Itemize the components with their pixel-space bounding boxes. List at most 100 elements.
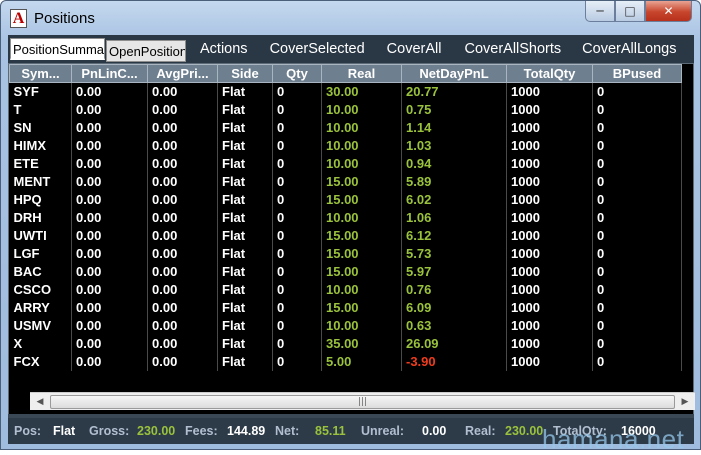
col-header-symbol[interactable]: Sym...	[9, 64, 72, 83]
table-row[interactable]: CSCO 0.00 0.00 Flat 0 10.00 0.76 1000 0	[9, 280, 682, 299]
separator	[8, 414, 694, 418]
cell-net-day-pnl: 0.76	[401, 280, 507, 299]
cell-pnl-in-c: 0.00	[71, 100, 148, 119]
status-net-label: Net:	[275, 424, 300, 438]
cell-side: Flat	[217, 226, 273, 245]
cell-total-qty: 1000	[506, 100, 593, 119]
cell-bp-used: 0	[592, 316, 682, 335]
cell-bp-used: 0	[592, 226, 682, 245]
cell-total-qty: 1000	[506, 118, 593, 137]
cell-real: 30.00	[321, 82, 402, 101]
cell-real: 15.00	[321, 262, 402, 281]
cell-net-day-pnl: 0.63	[401, 316, 507, 335]
minimize-button[interactable]: ─	[585, 1, 615, 22]
table-row[interactable]: HPQ 0.00 0.00 Flat 0 15.00 6.02 1000 0	[9, 190, 682, 209]
cell-net-day-pnl: 20.77	[401, 82, 507, 101]
table-row[interactable]: BAC 0.00 0.00 Flat 0 15.00 5.97 1000 0	[9, 262, 682, 281]
cell-net-day-pnl: 0.75	[401, 100, 507, 119]
table-row[interactable]: DRH 0.00 0.00 Flat 0 10.00 1.06 1000 0	[9, 208, 682, 227]
menu-cover-selected[interactable]: CoverSelected	[270, 41, 365, 57]
cell-pnl-in-c: 0.00	[71, 226, 148, 245]
status-gross-label: Gross:	[89, 424, 130, 438]
col-header-net-day-pnl[interactable]: NetDayPnL	[401, 64, 507, 83]
col-header-avg-price[interactable]: AvgPri...	[147, 64, 218, 83]
cell-total-qty: 1000	[506, 208, 593, 227]
cell-symbol: X	[9, 334, 72, 353]
horizontal-scrollbar[interactable]: ◀ ||| ▶	[30, 392, 695, 410]
tab-position-summary[interactable]: PositionSummary	[10, 38, 105, 60]
scroll-left-icon[interactable]: ◀	[32, 395, 48, 409]
tab-open-positions[interactable]: OpenPositions	[106, 40, 186, 62]
cell-total-qty: 1000	[506, 334, 593, 353]
cell-pnl-in-c: 0.00	[71, 244, 148, 263]
cell-symbol: SYF	[9, 82, 72, 101]
col-header-real[interactable]: Real	[321, 64, 402, 83]
cell-net-day-pnl: 1.06	[401, 208, 507, 227]
table-row[interactable]: T 0.00 0.00 Flat 0 10.00 0.75 1000 0	[9, 100, 682, 119]
scrollbar-thumb[interactable]: |||	[50, 395, 675, 409]
cell-bp-used: 0	[592, 136, 682, 155]
cell-total-qty: 1000	[506, 82, 593, 101]
cell-avg-price: 0.00	[147, 154, 218, 173]
table-row[interactable]: LGF 0.00 0.00 Flat 0 15.00 5.73 1000 0	[9, 244, 682, 263]
menu-cover-all-longs[interactable]: CoverAllLongs	[582, 41, 676, 57]
cell-avg-price: 0.00	[147, 352, 218, 371]
cell-total-qty: 1000	[506, 244, 593, 263]
table-row[interactable]: USMV 0.00 0.00 Flat 0 10.00 0.63 1000 0	[9, 316, 682, 335]
cell-symbol: DRH	[9, 208, 72, 227]
cell-side: Flat	[217, 280, 273, 299]
col-header-bp-used[interactable]: BPused	[592, 64, 682, 83]
cell-side: Flat	[217, 136, 273, 155]
cell-symbol: ARRY	[9, 298, 72, 317]
table-row[interactable]: ETE 0.00 0.00 Flat 0 10.00 0.94 1000 0	[9, 154, 682, 173]
menu-actions[interactable]: Actions	[200, 41, 248, 57]
table-row[interactable]: X 0.00 0.00 Flat 0 35.00 26.09 1000 0	[9, 334, 682, 353]
menu-cover-all-shorts[interactable]: CoverAllShorts	[464, 41, 561, 57]
cell-avg-price: 0.00	[147, 226, 218, 245]
table-row[interactable]: SN 0.00 0.00 Flat 0 10.00 1.14 1000 0	[9, 118, 682, 137]
cell-avg-price: 0.00	[147, 334, 218, 353]
table-row[interactable]: FCX 0.00 0.00 Flat 0 5.00 -3.90 1000 0	[9, 352, 682, 371]
table-row[interactable]: UWTI 0.00 0.00 Flat 0 15.00 6.12 1000 0	[9, 226, 682, 245]
table-row[interactable]: MENT 0.00 0.00 Flat 0 15.00 5.89 1000 0	[9, 172, 682, 191]
cell-pnl-in-c: 0.00	[71, 280, 148, 299]
cell-real: 15.00	[321, 190, 402, 209]
status-pos-value: Flat	[53, 424, 76, 438]
cell-qty: 0	[272, 208, 322, 227]
col-header-total-qty[interactable]: TotalQty	[506, 64, 593, 83]
cell-qty: 0	[272, 316, 322, 335]
cell-symbol: HPQ	[9, 190, 72, 209]
status-pos-label: Pos:	[14, 424, 42, 438]
cell-avg-price: 0.00	[147, 100, 218, 119]
cell-side: Flat	[217, 154, 273, 173]
status-net-value: 85.11	[315, 424, 346, 438]
cell-side: Flat	[217, 316, 273, 335]
cell-qty: 0	[272, 190, 322, 209]
maximize-button[interactable]: □	[615, 1, 645, 22]
cell-net-day-pnl: 5.73	[401, 244, 507, 263]
col-header-pnl-in-c[interactable]: PnLinC...	[71, 64, 148, 83]
cell-symbol: UWTI	[9, 226, 72, 245]
status-real-label: Real:	[465, 424, 496, 438]
cell-avg-price: 0.00	[147, 118, 218, 137]
col-header-qty[interactable]: Qty	[272, 64, 322, 83]
cell-bp-used: 0	[592, 352, 682, 371]
close-button[interactable]: ✕	[645, 1, 692, 22]
cell-avg-price: 0.00	[147, 316, 218, 335]
scroll-right-icon[interactable]: ▶	[677, 395, 693, 409]
table-row[interactable]: ARRY 0.00 0.00 Flat 0 15.00 6.09 1000 0	[9, 298, 682, 317]
status-unreal-value: 0.00	[422, 424, 447, 438]
cell-pnl-in-c: 0.00	[71, 352, 148, 371]
cell-symbol: ETE	[9, 154, 72, 173]
cell-real: 35.00	[321, 334, 402, 353]
title-bar[interactable]: A Positions ─ □ ✕	[1, 1, 700, 35]
cell-bp-used: 0	[592, 118, 682, 137]
cell-avg-price: 0.00	[147, 244, 218, 263]
cell-real: 15.00	[321, 226, 402, 245]
table-row[interactable]: SYF 0.00 0.00 Flat 0 30.00 20.77 1000 0	[9, 82, 682, 101]
cell-side: Flat	[217, 298, 273, 317]
table-row[interactable]: HIMX 0.00 0.00 Flat 0 10.00 1.03 1000 0	[9, 136, 682, 155]
menu-cover-all[interactable]: CoverAll	[387, 41, 442, 57]
cell-pnl-in-c: 0.00	[71, 136, 148, 155]
col-header-side[interactable]: Side	[217, 64, 273, 83]
